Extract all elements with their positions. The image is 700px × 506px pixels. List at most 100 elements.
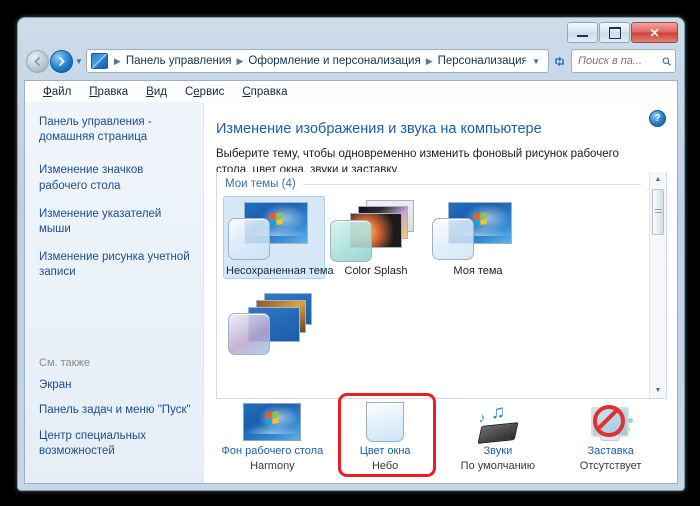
setting-label[interactable]: Звуки [484,445,513,457]
address-bar: ▼ ▶ Панель управления ▶ Оформление и пер… [26,49,676,73]
theme-thumbnail [328,200,424,262]
maximize-icon [608,26,621,39]
page-title: Изменение изображения и звука на компьют… [216,121,542,137]
forward-button[interactable] [50,49,73,73]
setting-value: По умолчанию [460,460,536,472]
theme-label: Color Splash [344,265,408,277]
theme-item-partial[interactable] [223,289,325,357]
themes-scrollbar[interactable]: ▲ ▼ [649,172,666,398]
speaker-icon [477,422,519,444]
menu-tools[interactable]: Сервис [176,84,233,100]
menu-tools-rest: рвис [199,85,225,98]
client-area: Файл Правка Вид Сервис Справка Панель уп… [24,80,678,484]
themes-scroll-area: Мои темы (4) Несохраненная тема Color Sp… [217,172,649,398]
bubble-decor [627,418,633,423]
setting-window-color[interactable]: Цвет окна Небо [329,393,442,477]
sidebar-links: Панель управления - домашняя страница Из… [25,102,203,280]
sidebar-item-desktop-icons[interactable]: Изменение значков рабочего стола [39,163,191,193]
search-box[interactable] [571,49,676,73]
window-controls: ✕ [567,22,678,43]
window-color-preview [228,313,270,355]
theme-item-my-theme[interactable]: Моя тема [427,196,529,279]
menu-help[interactable]: Справка [233,84,296,100]
refresh-button[interactable] [549,51,569,72]
see-also-item-display[interactable]: Экран [39,378,193,393]
swoosh-decor [244,423,301,434]
menu-view[interactable]: Вид [137,84,176,100]
setting-label[interactable]: Заставка [587,445,633,457]
sounds-icon: ♪ ♫ [471,401,525,444]
control-panel-icon [90,53,108,69]
theme-label: Моя тема [453,265,503,277]
back-button[interactable] [26,49,49,73]
breadcrumb: ▶ Панель управления ▶ Оформление и персо… [111,55,526,67]
setting-label[interactable]: Цвет окна [360,445,411,457]
sidebar-item-mouse-pointers[interactable]: Изменение указателей мыши [39,207,191,237]
close-icon: ✕ [649,25,660,40]
see-also-section: См. также Экран Панель задач и меню "Пус… [39,357,193,469]
back-arrow-icon [34,56,40,66]
refresh-icon [554,56,564,66]
no-entry-icon [592,405,625,437]
music-note-small-icon: ♪ [478,410,486,425]
see-also-title: См. также [39,357,90,370]
windows-flag-icon [265,411,279,426]
scroll-down-icon[interactable]: ▼ [650,383,666,398]
breadcrumb-item-2[interactable]: Персонализация [436,55,526,67]
setting-value: Небо [371,460,399,472]
scrollbar-grip-icon [654,209,662,215]
maximize-button[interactable] [599,22,630,43]
breadcrumb-separator: ▶ [236,55,244,66]
menu-file-rest: айл [51,85,72,98]
setting-label[interactable]: Фон рабочего стола [222,445,324,457]
setting-desktop-background[interactable]: Фон рабочего стола Harmony [216,399,329,475]
history-dropdown-icon[interactable]: ▼ [75,57,83,66]
title-bar[interactable]: ✕ [18,18,684,48]
menu-view-rest: ид [153,85,167,98]
address-field[interactable]: ▶ Панель управления ▶ Оформление и персо… [85,49,549,73]
menu-bar: Файл Правка Вид Сервис Справка [25,81,677,103]
main-panel: ? Изменение изображения и звука на компь… [204,102,677,483]
window-color-preview [330,220,372,262]
window-color-preview [228,218,270,260]
menu-help-rest: правка [250,85,288,98]
scrollbar-thumb[interactable] [652,189,664,235]
personalization-window: ✕ ▼ ▶ Панель управления ▶ Оформление и п… [17,17,685,491]
sidebar: Панель управления - домашняя страница Из… [25,102,204,483]
theme-row: Несохраненная тема Color Splash Моя тема [217,190,649,279]
breadcrumb-separator: ▶ [113,55,121,66]
theme-item-color-splash[interactable]: Color Splash [325,196,427,279]
search-input[interactable] [576,54,662,68]
setting-value: Отсутствует [579,460,642,472]
menu-file[interactable]: Файл [34,84,80,100]
see-also-item-ease-of-access[interactable]: Центр специальных возможностей [39,429,193,459]
scroll-up-icon[interactable]: ▲ [650,172,666,187]
minimize-button[interactable] [567,22,598,43]
screensaver-icon [589,401,633,443]
wallpaper-thumbnail [243,403,302,441]
themes-list: Мои темы (4) Несохраненная тема Color Sp… [216,172,667,399]
help-icon[interactable]: ? [649,110,666,127]
see-also-item-taskbar[interactable]: Панель задач и меню "Пуск" [39,403,193,418]
address-dropdown-icon[interactable]: ▼ [526,57,546,66]
setting-sounds[interactable]: ♪ ♫ Звуки По умолчанию [442,399,555,475]
wallpaper-icon [243,401,302,443]
theme-thumbnail [226,293,322,355]
theme-item-unsaved[interactable]: Несохраненная тема [223,196,334,279]
theme-settings-bar: Фон рабочего стола Harmony Цвет окна Неб… [216,393,667,477]
setting-value: Harmony [250,460,295,472]
sidebar-item-account-picture[interactable]: Изменение рисунка учетной записи [39,250,191,280]
windows-flag-icon [473,212,487,226]
close-button[interactable]: ✕ [631,22,678,43]
breadcrumb-item-1[interactable]: Оформление и персонализация [246,55,422,67]
setting-screensaver[interactable]: Заставка Отсутствует [554,399,667,475]
screenshot-root: ✕ ▼ ▶ Панель управления ▶ Оформление и п… [0,0,700,506]
menu-edit[interactable]: Правка [80,84,137,100]
theme-row-partial [217,279,649,357]
breadcrumb-separator: ▶ [425,55,433,66]
theme-label: Несохраненная тема [226,265,334,277]
sidebar-item-control-panel-home[interactable]: Панель управления - домашняя страница [39,115,191,145]
breadcrumb-item-0[interactable]: Панель управления [124,55,234,67]
theme-group-header: Мои темы (4) [217,172,649,190]
window-color-icon [366,401,405,443]
